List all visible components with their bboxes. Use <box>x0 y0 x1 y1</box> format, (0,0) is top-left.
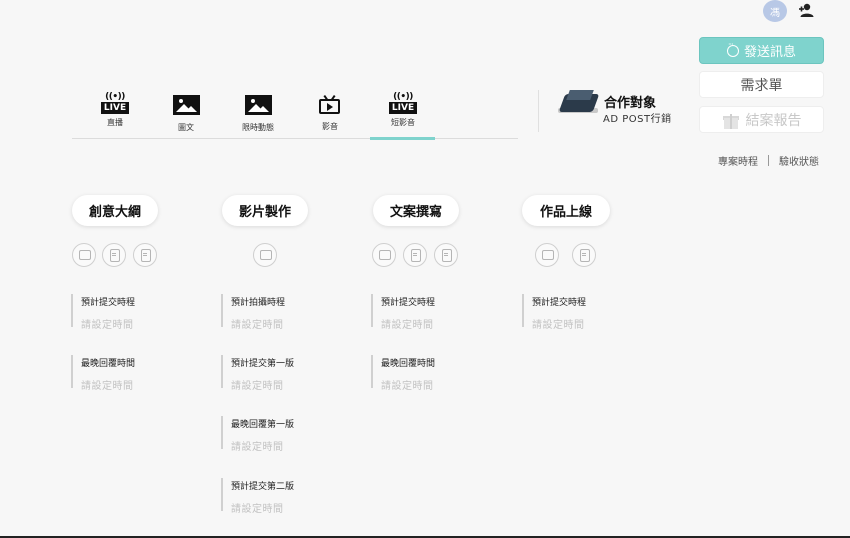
gift-icon <box>722 111 740 129</box>
field-value: 請設定時間 <box>231 504 284 515</box>
field-value: 請設定時間 <box>381 320 434 331</box>
status-links: 專案時程 驗收狀態 <box>718 153 819 168</box>
divider <box>768 155 769 166</box>
divider <box>538 90 539 132</box>
active-tab-indicator <box>370 137 435 140</box>
comment-icon[interactable] <box>253 243 277 267</box>
partner-title: 合作對象 <box>604 96 657 111</box>
live-icon: ((•)) LIVE <box>388 92 418 114</box>
partner-name: AD POST行銷 <box>603 114 672 125</box>
edit-document-icon[interactable] <box>403 243 427 267</box>
partner-logo <box>558 88 600 116</box>
date-field[interactable]: 最晚回覆時間 請設定時間 <box>371 355 436 392</box>
date-field[interactable]: 最晚回覆時間 請設定時間 <box>71 355 136 392</box>
edit-document-icon[interactable] <box>102 243 126 267</box>
comment-icon[interactable] <box>72 243 96 267</box>
close-report-button[interactable]: 結案報告 <box>699 106 824 133</box>
field-label: 預計提交時程 <box>81 298 136 308</box>
document-icon[interactable] <box>572 243 596 267</box>
chat-bubble-icon <box>726 40 739 57</box>
field-label: 最晚回覆第一版 <box>231 420 295 430</box>
field-value: 請設定時間 <box>81 381 134 392</box>
field-value: 請設定時間 <box>231 442 284 453</box>
tab-label: 限時動態 <box>242 123 274 132</box>
project-schedule-link[interactable]: 專案時程 <box>718 153 758 168</box>
field-label: 預計提交時程 <box>381 298 436 308</box>
date-field[interactable]: 預計提交第一版 請設定時間 <box>221 355 295 392</box>
document-icon[interactable] <box>133 243 157 267</box>
tab-stories[interactable]: 限時動態 <box>228 95 288 133</box>
comment-icon[interactable] <box>372 243 396 267</box>
field-value: 請設定時間 <box>231 320 284 331</box>
tab-label: 直播 <box>107 118 123 127</box>
comment-icon[interactable] <box>535 243 559 267</box>
date-field[interactable]: 預計拍攝時程 請設定時間 <box>221 294 286 331</box>
tv-play-icon <box>318 94 342 114</box>
date-field[interactable]: 預計提交時程 請設定時間 <box>71 294 136 331</box>
tab-short-video[interactable]: ((•)) LIVE 短影音 <box>373 92 433 128</box>
acceptance-status-link[interactable]: 驗收狀態 <box>779 153 819 168</box>
field-value: 請設定時間 <box>381 381 434 392</box>
request-form-label: 需求單 <box>740 77 783 94</box>
send-message-button[interactable]: 發送訊息 <box>699 37 824 64</box>
field-value: 請設定時間 <box>532 320 585 331</box>
tab-live[interactable]: ((•)) LIVE 直播 <box>85 92 145 128</box>
stage-title-video: 影片製作 <box>222 195 308 226</box>
field-value: 請設定時間 <box>81 320 134 331</box>
live-icon: ((•)) LIVE <box>100 92 130 114</box>
tab-video[interactable]: 影音 <box>300 94 360 132</box>
field-label: 最晚回覆時間 <box>381 359 436 369</box>
field-label: 預計提交第二版 <box>231 482 295 492</box>
date-field[interactable]: 預計提交時程 請設定時間 <box>371 294 436 331</box>
request-form-button[interactable]: 需求單 <box>699 71 824 98</box>
tab-underline <box>72 138 518 139</box>
document-icon[interactable] <box>434 243 458 267</box>
person-add-icon[interactable] <box>798 2 818 18</box>
tab-label: 影音 <box>322 122 338 131</box>
image-icon <box>172 95 200 115</box>
avatar[interactable]: 馮 <box>763 0 787 22</box>
send-message-label: 發送訊息 <box>743 45 796 60</box>
image-icon <box>244 95 272 115</box>
date-field[interactable]: 預計提交第二版 請設定時間 <box>221 478 295 515</box>
stage-title-launch: 作品上線 <box>522 195 610 226</box>
field-label: 預計拍攝時程 <box>231 298 286 308</box>
tab-image-post[interactable]: 圖文 <box>156 95 216 133</box>
field-label: 預計提交第一版 <box>231 359 295 369</box>
stage-title-copywriting: 文案撰寫 <box>373 195 459 226</box>
field-value: 請設定時間 <box>231 381 284 392</box>
field-label: 最晚回覆時間 <box>81 359 136 369</box>
date-field[interactable]: 預計提交時程 請設定時間 <box>522 294 587 331</box>
close-report-label: 結案報告 <box>745 112 802 129</box>
tab-label: 短影音 <box>391 118 415 127</box>
field-label: 預計提交時程 <box>532 298 587 308</box>
tab-label: 圖文 <box>178 123 194 132</box>
stage-title-creative: 創意大綱 <box>72 195 158 226</box>
date-field[interactable]: 最晚回覆第一版 請設定時間 <box>221 416 295 453</box>
